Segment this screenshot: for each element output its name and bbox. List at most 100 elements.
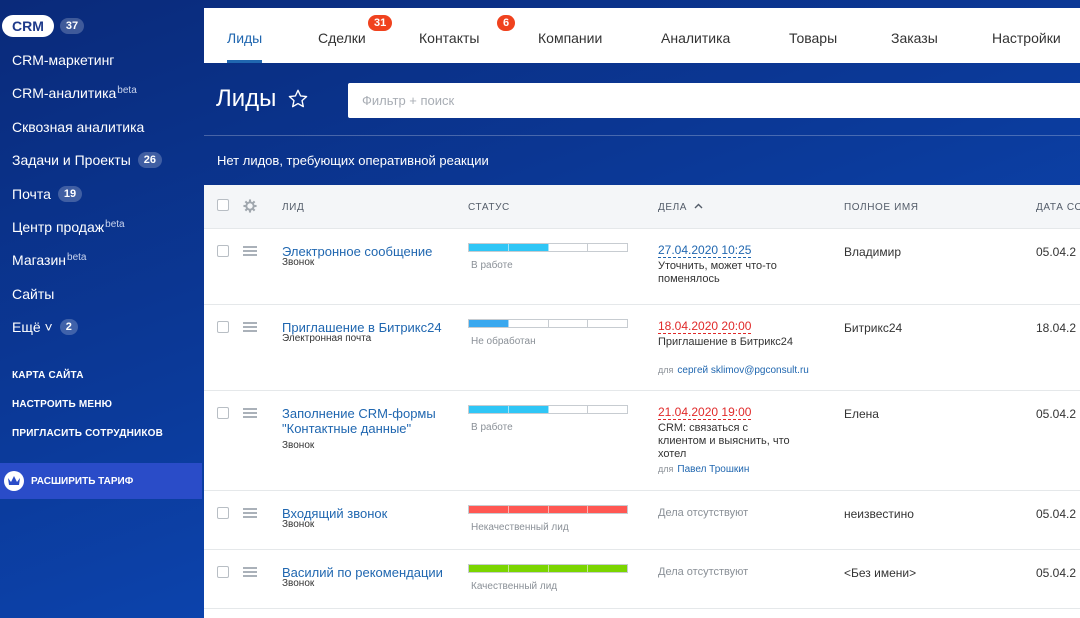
column-header-fullname[interactable]: ПОЛНОЕ ИМЯ	[844, 202, 919, 213]
table-row[interactable]: Входящий звонок Звонок Некачественный лид Д…	[204, 491, 1080, 550]
table-row[interactable]: Василий по рекомендации Звонок Качественны…	[204, 550, 1080, 609]
status-step[interactable]	[508, 244, 549, 251]
status-step[interactable]	[509, 320, 549, 327]
tab-leads[interactable]: Лиды	[227, 30, 263, 63]
status-step[interactable]	[508, 565, 549, 572]
sidebar-item-label: Почта	[12, 186, 51, 202]
sidebar-item-sites[interactable]: Сайты	[12, 282, 54, 306]
status-progress-bar[interactable]	[468, 405, 628, 414]
tab-deals[interactable]: Сделки 31	[318, 15, 393, 46]
row-checkbox[interactable]	[217, 407, 229, 419]
tab-label: Контакты	[419, 30, 480, 46]
row-checkbox[interactable]	[217, 245, 229, 257]
status-step[interactable]	[508, 406, 549, 413]
lead-title-link[interactable]: Заполнение CRM-формы "Контактные данные"	[282, 406, 452, 436]
row-checkbox[interactable]	[217, 507, 229, 519]
beta-tag: beta	[67, 251, 87, 263]
row-menu-icon[interactable]	[243, 322, 257, 332]
tab-companies[interactable]: Компании	[538, 30, 602, 46]
table-row[interactable]: Электронное сообщение Звонок В работе 27.04…	[204, 229, 1080, 305]
row-menu-icon[interactable]	[243, 246, 257, 256]
row-menu-icon[interactable]	[243, 567, 257, 577]
status-label: Не обработан	[471, 336, 536, 347]
status-step[interactable]	[469, 506, 509, 513]
sidebar-item-crm-marketing[interactable]: CRM-маркетинг	[12, 48, 114, 72]
sidebar-item-label: CRM	[2, 15, 54, 37]
sidebar-item-crm[interactable]: CRM 37	[2, 14, 85, 38]
deal-deadline-link[interactable]: 21.04.2020 19:00	[658, 406, 752, 420]
status-step[interactable]	[588, 506, 627, 513]
status-step[interactable]	[588, 406, 627, 413]
status-step[interactable]	[588, 244, 627, 251]
responsible-user-link[interactable]: сергей sklimov@pgconsult.ru	[677, 365, 808, 376]
status-step[interactable]	[588, 565, 627, 572]
sidebar-item-label: Центр продаж	[12, 219, 105, 235]
leads-grid: ЛИД СТАТУС ДЕЛА ПОЛНОЕ ИМЯ ДАТА СО Элект…	[204, 185, 1080, 618]
sidebar-item-label: Сквозная аналитика	[12, 119, 145, 135]
sidebar-item-tasks-projects[interactable]: Задачи и Проекты 26	[12, 148, 163, 172]
sidebar-item-more[interactable]: Ещё ˅ 2	[12, 315, 78, 339]
crown-icon	[4, 471, 24, 491]
status-step[interactable]	[469, 320, 509, 327]
status-progress-bar[interactable]	[468, 319, 628, 328]
sidebar-item-end-to-end-analytics[interactable]: Сквозная аналитика	[12, 115, 144, 139]
column-header-lead[interactable]: ЛИД	[282, 202, 304, 213]
counter-badge: 6	[497, 15, 516, 31]
tab-label: Аналитика	[661, 30, 731, 46]
status-label: В работе	[471, 422, 513, 433]
upgrade-plan-button[interactable]: РАСШИРИТЬ ТАРИФ	[0, 463, 202, 499]
status-step[interactable]	[469, 406, 509, 413]
status-step[interactable]	[549, 320, 589, 327]
divider	[204, 135, 1080, 136]
status-progress-bar[interactable]	[468, 564, 628, 573]
status-step[interactable]	[588, 320, 627, 327]
sidebar-item-store[interactable]: Магазин beta	[12, 248, 86, 272]
table-row[interactable]: Заполнение CRM-формы "Контактные данные"…	[204, 391, 1080, 491]
status-step[interactable]	[508, 506, 549, 513]
lead-fullname: неизвестино	[844, 507, 914, 521]
status-step[interactable]	[549, 406, 589, 413]
tab-analytics[interactable]: Аналитика	[661, 30, 730, 46]
column-header-status[interactable]: СТАТУС	[468, 202, 510, 213]
status-step[interactable]	[548, 565, 589, 572]
deal-deadline-link[interactable]: 27.04.2020 10:25	[658, 244, 752, 258]
table-row[interactable]: Приглашение в Битрикс24 Электронная почта…	[204, 305, 1080, 391]
deal-deadline-link[interactable]: 18.04.2020 20:00	[658, 320, 752, 334]
row-menu-icon[interactable]	[243, 508, 257, 518]
lead-source: Электронная почта	[282, 333, 372, 344]
counter-badge: 19	[57, 186, 83, 202]
star-icon[interactable]	[287, 88, 309, 110]
deal-description: Уточнить, может что-то поменялось	[658, 260, 777, 285]
sidebar-item-crm-analytics[interactable]: CRM-аналитика beta	[12, 81, 137, 105]
tab-settings[interactable]: Настройки	[992, 30, 1061, 46]
responsible-user-link[interactable]: Павел Трошкин	[677, 464, 749, 475]
column-header-deals[interactable]: ДЕЛА	[658, 202, 703, 213]
status-progress-bar[interactable]	[468, 505, 628, 514]
row-checkbox[interactable]	[217, 321, 229, 333]
status-progress-bar[interactable]	[468, 243, 628, 252]
filter-search-input[interactable]	[362, 93, 1016, 108]
filter-search-box[interactable]	[348, 83, 1080, 118]
row-menu-icon[interactable]	[243, 408, 257, 418]
tab-orders[interactable]: Заказы	[891, 30, 938, 46]
status-step[interactable]	[469, 565, 509, 572]
status-step[interactable]	[548, 506, 589, 513]
row-checkbox[interactable]	[217, 566, 229, 578]
sidebar-item-sales-center[interactable]: Центр продаж beta	[12, 215, 125, 239]
sidebar-item-mail[interactable]: Почта 19	[12, 182, 83, 206]
tab-products[interactable]: Товары	[789, 30, 837, 46]
column-header-created[interactable]: ДАТА СО	[1036, 202, 1080, 213]
sidebar-link-sitemap[interactable]: КАРТА САЙТА	[12, 370, 84, 381]
status-step[interactable]	[469, 244, 509, 251]
gear-icon[interactable]	[243, 199, 257, 213]
sidebar-link-configure-menu[interactable]: НАСТРОИТЬ МЕНЮ	[12, 399, 112, 410]
tab-label: Компании	[538, 30, 603, 46]
tab-contacts[interactable]: Контакты 6	[419, 15, 516, 46]
sidebar-item-label: CRM-аналитика	[12, 85, 117, 101]
active-tab-indicator	[227, 60, 263, 63]
column-header-deals-label: ДЕЛА	[658, 202, 688, 213]
lead-created-date: 18.04.2	[1036, 321, 1077, 335]
select-all-checkbox[interactable]	[217, 199, 229, 211]
sidebar-link-invite[interactable]: ПРИГЛАСИТЬ СОТРУДНИКОВ	[12, 428, 163, 439]
status-step[interactable]	[549, 244, 589, 251]
